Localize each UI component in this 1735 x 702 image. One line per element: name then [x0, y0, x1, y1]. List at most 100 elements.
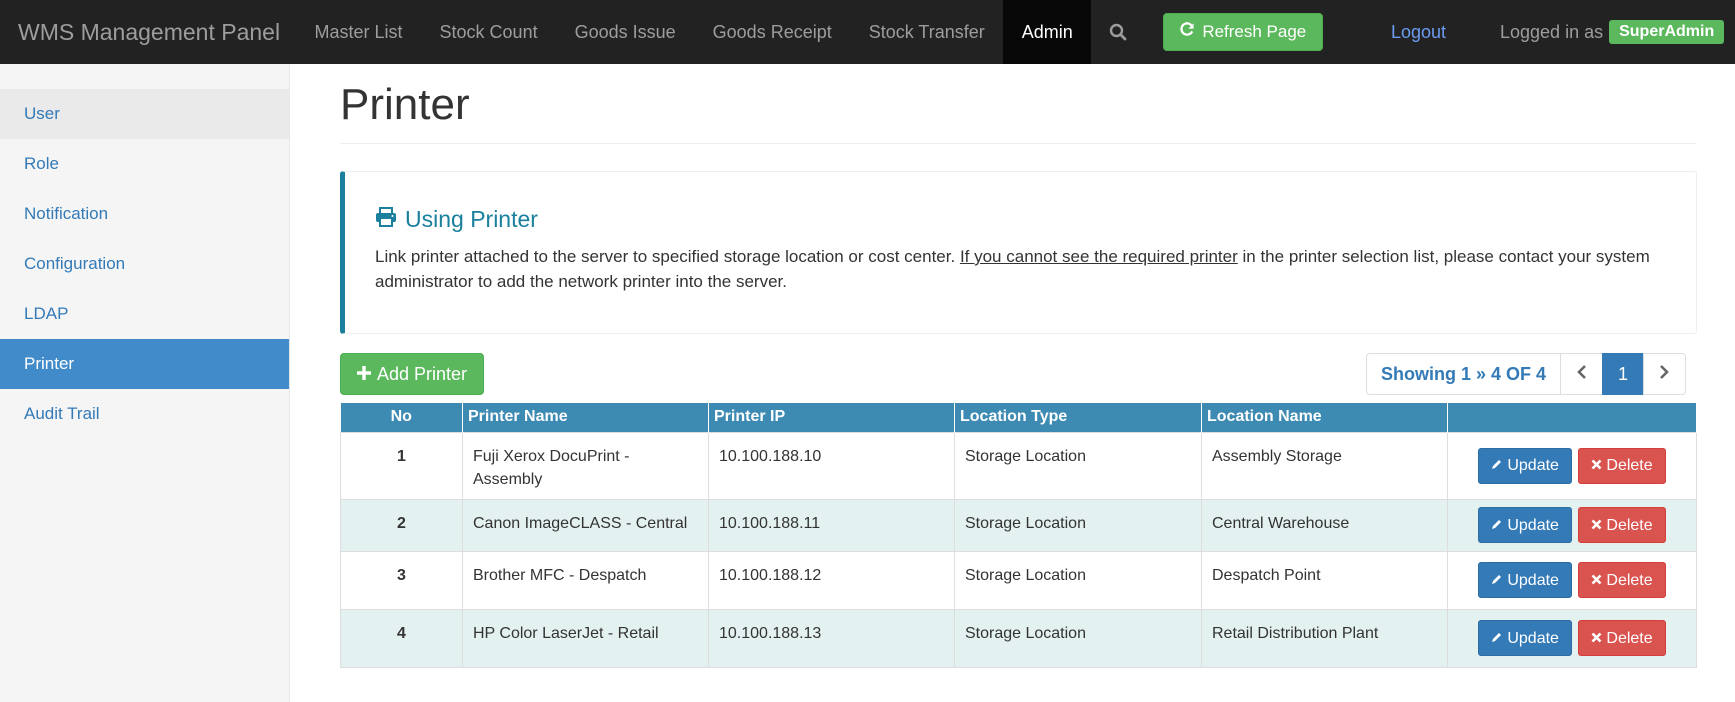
cell-printer-ip: 10.100.188.12 — [708, 550, 955, 610]
title-divider — [340, 143, 1696, 144]
user-badge: SuperAdmin — [1609, 20, 1725, 44]
cell-printer-name: Brother MFC - Despatch — [462, 550, 709, 610]
nav-goods-receipt[interactable]: Goods Receipt — [694, 0, 850, 64]
nav-goods-issue[interactable]: Goods Issue — [556, 0, 694, 64]
sidebar-item-printer[interactable]: Printer — [0, 339, 289, 389]
table-row: 4 HP Color LaserJet - Retail 10.100.188.… — [340, 608, 1697, 668]
sidebar-item-notification[interactable]: Notification — [0, 189, 289, 239]
sidebar-item-audit-trail[interactable]: Audit Trail — [0, 389, 289, 439]
column-header-printer-ip: Printer IP — [708, 403, 955, 432]
chevron-left-icon — [1576, 364, 1587, 385]
cell-location-name: Central Warehouse — [1201, 498, 1448, 552]
update-button[interactable]: Update — [1478, 562, 1572, 598]
close-icon — [1591, 454, 1602, 477]
cell-printer-ip: 10.100.188.10 — [708, 431, 955, 500]
delete-button[interactable]: Delete — [1578, 447, 1666, 484]
pagination: Showing 1 » 4 OF 4 1 — [1366, 353, 1687, 395]
cell-location-name: Retail Distribution Plant — [1201, 608, 1448, 668]
callout-title-text: Using Printer — [405, 206, 538, 232]
refresh-page-button[interactable]: Refresh Page — [1163, 13, 1324, 51]
top-navbar: WMS Management Panel Master List Stock C… — [0, 0, 1735, 64]
search-icon[interactable] — [1091, 0, 1145, 64]
table-row: 1 Fuji Xerox DocuPrint - Assembly 10.100… — [340, 431, 1697, 500]
cell-no: 3 — [340, 550, 463, 610]
cell-location-type: Storage Location — [954, 550, 1202, 610]
delete-label: Delete — [1606, 571, 1653, 589]
table-row: 3 Brother MFC - Despatch 10.100.188.12 S… — [340, 550, 1697, 610]
update-button[interactable]: Update — [1478, 507, 1572, 543]
column-header-actions — [1447, 403, 1697, 432]
page-1-button[interactable]: 1 — [1602, 353, 1645, 395]
cell-location-type: Storage Location — [954, 498, 1202, 552]
sidebar-item-user[interactable]: User — [0, 89, 289, 139]
nav-stock-count[interactable]: Stock Count — [421, 0, 556, 64]
column-header-printer-name: Printer Name — [462, 403, 709, 432]
delete-button[interactable]: Delete — [1578, 507, 1666, 543]
refresh-icon — [1180, 22, 1195, 42]
cell-no: 4 — [340, 608, 463, 668]
logout-link[interactable]: Logout — [1391, 0, 1446, 64]
add-printer-label: Add Printer — [377, 363, 468, 384]
table-row: 2 Canon ImageCLASS - Central 10.100.188.… — [340, 498, 1697, 552]
sidebar-item-ldap[interactable]: LDAP — [0, 289, 289, 339]
sidebar-item-role[interactable]: Role — [0, 139, 289, 189]
pencil-icon — [1491, 454, 1503, 477]
pencil-icon — [1491, 569, 1503, 592]
cell-printer-name: HP Color LaserJet - Retail — [462, 608, 709, 668]
prev-page-button[interactable] — [1560, 353, 1604, 395]
update-button[interactable]: Update — [1478, 447, 1572, 484]
close-icon — [1591, 627, 1602, 650]
cell-location-type: Storage Location — [954, 608, 1202, 668]
logged-in-status: Logged in as SuperAdmin — [1500, 0, 1725, 64]
callout-text-before: Link printer attached to the server to s… — [375, 247, 960, 266]
cell-printer-ip: 10.100.188.11 — [708, 498, 955, 552]
delete-button[interactable]: Delete — [1578, 562, 1666, 598]
cell-location-name: Assembly Storage — [1201, 431, 1448, 500]
printer-icon — [375, 206, 397, 233]
cell-printer-name: Fuji Xerox DocuPrint - Assembly — [462, 431, 709, 500]
pencil-icon — [1491, 627, 1503, 650]
printer-table: No Printer Name Printer IP Location Type… — [340, 403, 1697, 668]
cell-actions: Update Delete — [1447, 550, 1697, 610]
update-label: Update — [1507, 571, 1559, 589]
update-button[interactable]: Update — [1478, 620, 1572, 656]
logged-in-label: Logged in as — [1500, 21, 1604, 42]
column-header-no: No — [340, 403, 463, 432]
chevron-right-icon — [1659, 364, 1670, 385]
cell-printer-ip: 10.100.188.13 — [708, 608, 955, 668]
cell-no: 2 — [340, 498, 463, 552]
update-label: Update — [1507, 629, 1559, 647]
sidebar-item-configuration[interactable]: Configuration — [0, 239, 289, 289]
next-page-button[interactable] — [1643, 353, 1687, 395]
cell-actions: Update Delete — [1447, 498, 1697, 552]
cell-location-type: Storage Location — [954, 431, 1202, 500]
update-label: Update — [1507, 457, 1559, 474]
sidebar: User Role Notification Configuration LDA… — [0, 64, 290, 702]
table-header-row: No Printer Name Printer IP Location Type… — [340, 403, 1697, 432]
callout-title: Using Printer — [375, 206, 538, 233]
callout-text: Link printer attached to the server to s… — [375, 244, 1675, 294]
column-header-location-type: Location Type — [954, 403, 1202, 432]
nav-stock-transfer[interactable]: Stock Transfer — [850, 0, 1003, 64]
cell-actions: Update Delete — [1447, 431, 1697, 500]
callout-text-underlined: If you cannot see the required printer — [959, 247, 1238, 266]
page-title: Printer — [340, 80, 470, 129]
nav-master-list[interactable]: Master List — [296, 0, 421, 64]
nav-admin[interactable]: Admin — [1003, 0, 1092, 64]
delete-label: Delete — [1606, 516, 1653, 534]
pencil-icon — [1491, 514, 1503, 537]
refresh-page-label: Refresh Page — [1202, 22, 1307, 41]
plus-icon — [357, 364, 371, 385]
brand-title[interactable]: WMS Management Panel — [0, 19, 296, 46]
cell-printer-name: Canon ImageCLASS - Central — [462, 498, 709, 552]
delete-button[interactable]: Delete — [1578, 620, 1666, 656]
delete-label: Delete — [1606, 457, 1653, 474]
add-printer-button[interactable]: Add Printer — [340, 353, 485, 395]
showing-count: Showing 1 » 4 OF 4 — [1366, 353, 1562, 395]
info-callout: Using Printer Link printer attached to t… — [340, 171, 1697, 334]
update-label: Update — [1507, 516, 1559, 534]
cell-actions: Update Delete — [1447, 608, 1697, 668]
cell-no: 1 — [340, 431, 463, 500]
cell-location-name: Despatch Point — [1201, 550, 1448, 610]
close-icon — [1591, 569, 1602, 592]
